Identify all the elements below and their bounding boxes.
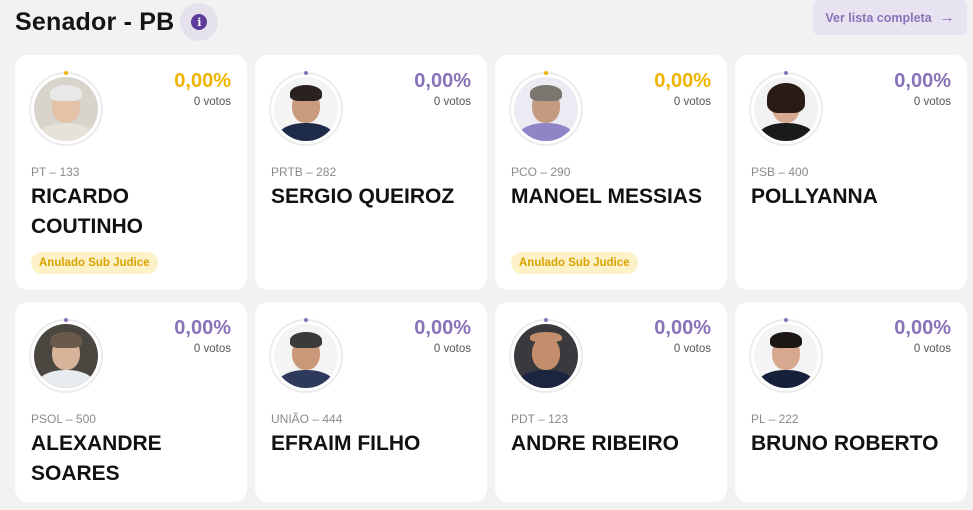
status-dot bbox=[544, 71, 548, 75]
info-icon: i bbox=[191, 14, 208, 30]
candidate-photo bbox=[514, 77, 578, 141]
avatar-frame bbox=[749, 71, 823, 146]
avatar-frame bbox=[269, 318, 343, 393]
vote-count: 0 votos bbox=[433, 343, 471, 355]
candidate-card[interactable]: 0,00% 0 votos PL – 222 BRUNO ROBERTO bbox=[735, 302, 967, 502]
party-number: PSB – 400 bbox=[751, 165, 809, 179]
candidate-card[interactable]: 0,00% 0 votos PT – 133 RICARDO COUTINHO … bbox=[15, 55, 247, 290]
vote-count: 0 votos bbox=[673, 343, 711, 355]
avatar-frame bbox=[269, 71, 343, 146]
party-number: PL – 222 bbox=[751, 412, 799, 426]
candidate-name-line1: BRUNO ROBERTO bbox=[751, 432, 939, 455]
vote-count: 0 votos bbox=[913, 343, 951, 355]
vote-count: 0 votos bbox=[433, 96, 471, 108]
party-number: UNIÃO – 444 bbox=[271, 412, 343, 426]
party-number: PCO – 290 bbox=[511, 165, 571, 179]
vote-percent: 0,00% bbox=[174, 70, 231, 92]
candidate-name: BRUNO ROBERTO bbox=[751, 429, 956, 459]
vote-percent: 0,00% bbox=[894, 317, 951, 339]
candidate-photo bbox=[34, 77, 98, 141]
candidate-name-line1: EFRAIM FILHO bbox=[271, 432, 421, 455]
info-button[interactable]: i bbox=[180, 3, 219, 41]
status-dot bbox=[544, 318, 548, 322]
candidate-name: POLLYANNA bbox=[751, 182, 956, 212]
candidate-name: SERGIO QUEIROZ bbox=[271, 182, 476, 212]
candidate-card[interactable]: 0,00% 0 votos UNIÃO – 444 EFRAIM FILHO bbox=[255, 302, 487, 502]
party-number: PT – 133 bbox=[31, 165, 80, 179]
vote-count: 0 votos bbox=[193, 343, 231, 355]
candidate-card[interactable]: 0,00% 0 votos PSOL – 500 ALEXANDRE SOARE… bbox=[15, 302, 247, 502]
candidate-name-line1: RICARDO bbox=[31, 185, 129, 208]
candidate-name-line1: SERGIO QUEIROZ bbox=[271, 185, 455, 208]
candidate-name-line1: POLLYANNA bbox=[751, 185, 878, 208]
vote-percent: 0,00% bbox=[414, 317, 471, 339]
candidate-grid: 0,00% 0 votos PT – 133 RICARDO COUTINHO … bbox=[15, 55, 967, 502]
candidate-name: ANDRE RIBEIRO bbox=[511, 429, 716, 459]
status-dot bbox=[784, 318, 788, 322]
vote-percent: 0,00% bbox=[414, 70, 471, 92]
candidate-photo bbox=[274, 324, 338, 388]
vote-percent: 0,00% bbox=[654, 317, 711, 339]
vote-count: 0 votos bbox=[673, 96, 711, 108]
full-list-button[interactable]: Ver lista completa → bbox=[813, 0, 967, 35]
candidate-photo bbox=[34, 324, 98, 388]
candidate-name-line1: ANDRE RIBEIRO bbox=[511, 432, 680, 455]
arrow-right-icon: → bbox=[939, 9, 955, 26]
candidate-name-line2: SOARES bbox=[31, 462, 120, 485]
vote-percent: 0,00% bbox=[174, 317, 231, 339]
candidate-name-line1: MANOEL MESSIAS bbox=[511, 185, 702, 208]
party-number: PSOL – 500 bbox=[31, 412, 96, 426]
candidate-card[interactable]: 0,00% 0 votos PCO – 290 MANOEL MESSIAS A… bbox=[495, 55, 727, 290]
status-dot bbox=[784, 71, 788, 75]
candidate-name: ALEXANDRE SOARES bbox=[31, 429, 236, 489]
page-title: Senador - PB bbox=[15, 7, 175, 36]
avatar-frame bbox=[29, 71, 103, 146]
candidate-name-line2: COUTINHO bbox=[31, 215, 143, 238]
candidate-name: MANOEL MESSIAS bbox=[511, 182, 716, 212]
avatar-frame bbox=[509, 318, 583, 393]
candidate-name-line1: ALEXANDRE bbox=[31, 432, 162, 455]
status-badge: Anulado Sub Judice bbox=[31, 252, 158, 274]
candidate-photo bbox=[754, 324, 818, 388]
candidate-photo bbox=[514, 324, 578, 388]
vote-percent: 0,00% bbox=[654, 70, 711, 92]
avatar-frame bbox=[29, 318, 103, 393]
status-dot bbox=[64, 318, 68, 322]
candidate-card[interactable]: 0,00% 0 votos PDT – 123 ANDRE RIBEIRO bbox=[495, 302, 727, 502]
status-dot bbox=[64, 71, 68, 75]
party-number: PRTB – 282 bbox=[271, 165, 337, 179]
vote-percent: 0,00% bbox=[894, 70, 951, 92]
full-list-label: Ver lista completa bbox=[825, 10, 932, 25]
status-dot bbox=[304, 318, 308, 322]
candidate-card[interactable]: 0,00% 0 votos PSB – 400 POLLYANNA bbox=[735, 55, 967, 290]
status-badge: Anulado Sub Judice bbox=[511, 252, 638, 274]
candidate-card[interactable]: 0,00% 0 votos PRTB – 282 SERGIO QUEIROZ bbox=[255, 55, 487, 290]
candidate-name: EFRAIM FILHO bbox=[271, 429, 476, 459]
vote-count: 0 votos bbox=[913, 96, 951, 108]
candidate-photo bbox=[754, 77, 818, 141]
party-number: PDT – 123 bbox=[511, 412, 569, 426]
avatar-frame bbox=[509, 71, 583, 146]
vote-count: 0 votos bbox=[193, 96, 231, 108]
status-dot bbox=[304, 71, 308, 75]
candidate-name: RICARDO COUTINHO bbox=[31, 182, 236, 242]
avatar-frame bbox=[749, 318, 823, 393]
candidate-photo bbox=[274, 77, 338, 141]
